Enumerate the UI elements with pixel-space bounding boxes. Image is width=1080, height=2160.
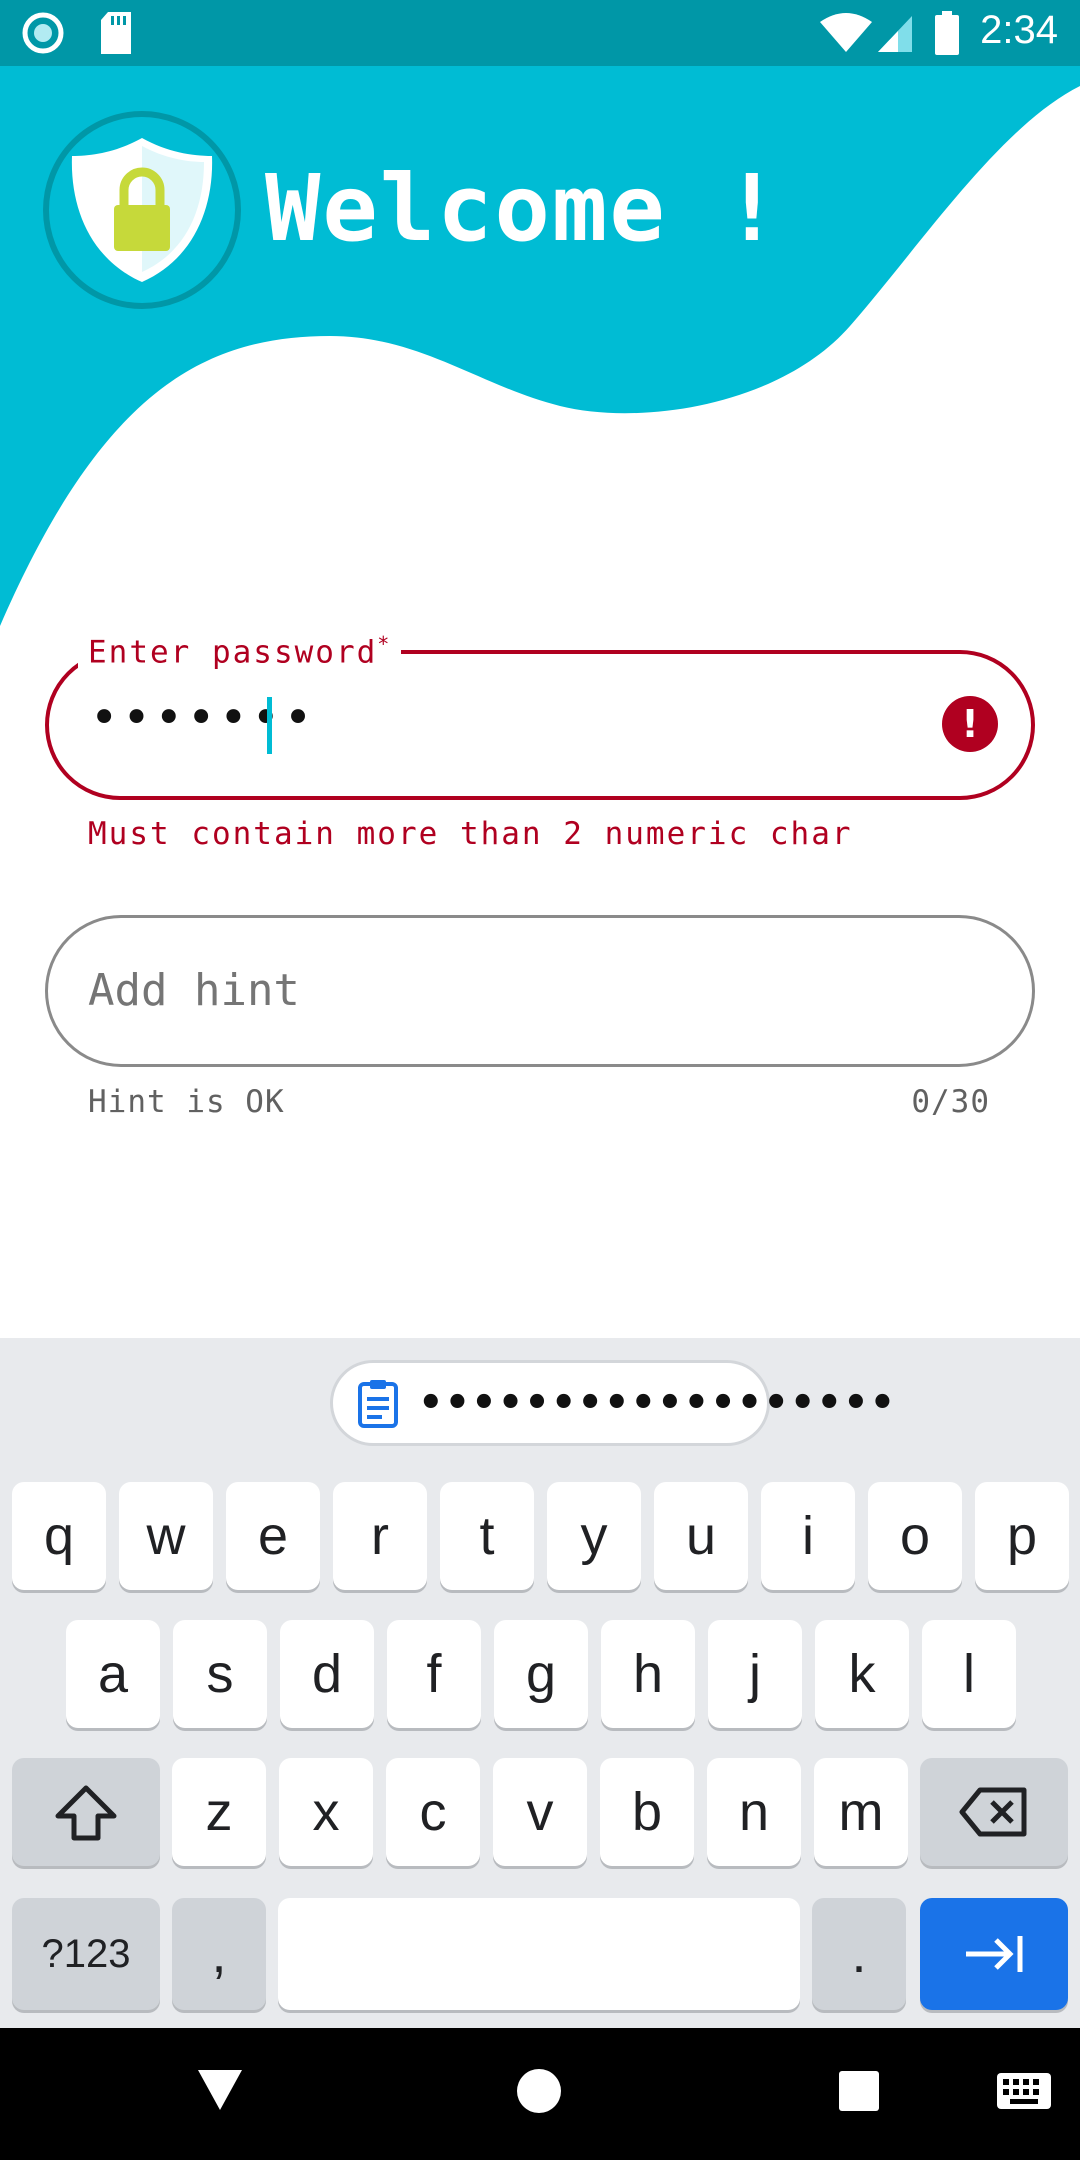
- space-key[interactable]: [278, 1898, 800, 2010]
- key-a-label: a: [97, 1644, 129, 1704]
- key-u-label: u: [685, 1506, 717, 1566]
- key-p-label: p: [1006, 1506, 1038, 1566]
- key-o-label: o: [899, 1506, 931, 1566]
- key-x-label: x: [312, 1782, 340, 1842]
- key-y-label: y: [580, 1506, 608, 1566]
- comma-key[interactable]: ,: [172, 1898, 266, 2010]
- hint-placeholder: Add hint: [88, 965, 300, 1016]
- period-key[interactable]: .: [812, 1898, 906, 2010]
- signal-icon: [878, 16, 912, 52]
- key-e-label: e: [257, 1506, 289, 1566]
- key-f-label: f: [426, 1644, 442, 1704]
- backspace-key[interactable]: [920, 1758, 1068, 1866]
- back-icon[interactable]: [196, 2068, 244, 2112]
- clipboard-icon: [358, 1380, 398, 1428]
- key-n[interactable]: n: [707, 1758, 801, 1866]
- key-n-label: n: [738, 1782, 770, 1842]
- key-r[interactable]: r: [333, 1482, 427, 1590]
- symbols-key[interactable]: ?123: [12, 1898, 160, 2010]
- key-k[interactable]: k: [815, 1620, 909, 1728]
- comma-key-label: ,: [211, 1924, 227, 1984]
- key-p[interactable]: p: [975, 1482, 1069, 1590]
- navigation-bar: [0, 2028, 1080, 2160]
- key-s[interactable]: s: [173, 1620, 267, 1728]
- key-l[interactable]: l: [922, 1620, 1016, 1728]
- key-k-label: k: [848, 1644, 876, 1704]
- recents-icon[interactable]: [838, 2070, 880, 2112]
- password-label: Enter password*: [78, 632, 402, 671]
- key-s-label: s: [206, 1644, 234, 1704]
- key-m[interactable]: m: [814, 1758, 908, 1866]
- key-m-label: m: [838, 1782, 884, 1842]
- wifi-icon: [820, 13, 872, 52]
- password-value: •••••••: [90, 690, 317, 746]
- hint-helper-text: Hint is OK: [88, 1084, 285, 1120]
- key-v-label: v: [526, 1782, 554, 1842]
- text-cursor: [267, 697, 272, 754]
- key-a[interactable]: a: [66, 1620, 160, 1728]
- key-z[interactable]: z: [172, 1758, 266, 1866]
- key-t[interactable]: t: [440, 1482, 534, 1590]
- key-q-label: q: [43, 1506, 75, 1566]
- key-v[interactable]: v: [493, 1758, 587, 1866]
- sync-icon: [22, 12, 64, 54]
- key-y[interactable]: y: [547, 1482, 641, 1590]
- error-icon: !: [942, 696, 998, 752]
- key-d[interactable]: d: [280, 1620, 374, 1728]
- key-i-label: i: [802, 1506, 814, 1566]
- shift-key[interactable]: [12, 1758, 160, 1866]
- hint-counter: 0/30: [911, 1084, 990, 1120]
- status-time: 2:34: [980, 8, 1058, 52]
- key-f[interactable]: f: [387, 1620, 481, 1728]
- page-title: Welcome !: [265, 155, 782, 262]
- tab-arrow-icon: [966, 1936, 1023, 1972]
- key-w-label: w: [146, 1506, 186, 1566]
- key-l-label: l: [963, 1644, 975, 1704]
- status-bar: 2:34: [0, 0, 1080, 66]
- key-b-label: b: [631, 1782, 663, 1842]
- key-z-label: z: [205, 1782, 233, 1842]
- key-i[interactable]: i: [761, 1482, 855, 1590]
- key-r-label: r: [371, 1506, 389, 1566]
- symbols-key-label: ?123: [41, 1932, 131, 1976]
- shift-icon: [55, 1785, 117, 1841]
- clipboard-suggestion-text: ••••••••••••••••••: [418, 1380, 897, 1426]
- key-w[interactable]: w: [119, 1482, 213, 1590]
- key-u[interactable]: u: [654, 1482, 748, 1590]
- key-c[interactable]: c: [386, 1758, 480, 1866]
- key-j[interactable]: j: [708, 1620, 802, 1728]
- key-h[interactable]: h: [601, 1620, 695, 1728]
- key-d-label: d: [311, 1644, 343, 1704]
- password-error-text: Must contain more than 2 numeric char: [88, 816, 853, 852]
- key-h-label: h: [632, 1644, 664, 1704]
- battery-icon: [935, 11, 959, 55]
- key-t-label: t: [479, 1506, 495, 1566]
- key-c-label: c: [419, 1782, 447, 1842]
- shield-lock-icon: [43, 111, 241, 309]
- key-g[interactable]: g: [494, 1620, 588, 1728]
- tab-key[interactable]: [920, 1898, 1068, 2010]
- key-e[interactable]: e: [226, 1482, 320, 1590]
- key-q[interactable]: q: [12, 1482, 106, 1590]
- backspace-icon: [959, 1787, 1027, 1837]
- keyboard-icon[interactable]: [996, 2072, 1052, 2110]
- key-x[interactable]: x: [279, 1758, 373, 1866]
- key-o[interactable]: o: [868, 1482, 962, 1590]
- key-b[interactable]: b: [600, 1758, 694, 1866]
- required-marker: *: [377, 632, 392, 656]
- sd-card-icon: [101, 12, 131, 54]
- password-label-text: Enter password: [88, 634, 378, 671]
- period-key-label: .: [851, 1924, 867, 1984]
- home-icon[interactable]: [516, 2068, 562, 2114]
- key-j-label: j: [749, 1644, 761, 1704]
- key-g-label: g: [525, 1644, 557, 1704]
